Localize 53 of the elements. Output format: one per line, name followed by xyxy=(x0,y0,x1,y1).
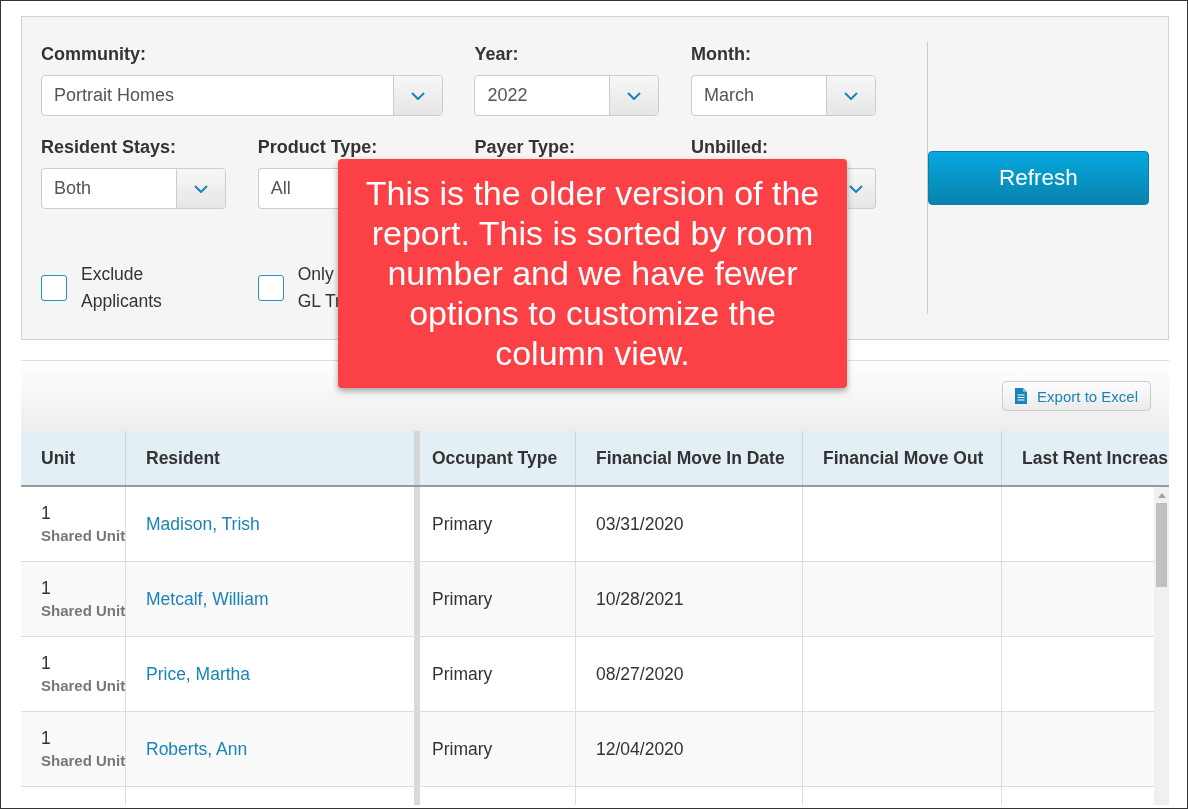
filter-label: Unbilled: xyxy=(691,137,769,157)
checkbox[interactable] xyxy=(257,275,284,301)
chevron-down-icon xyxy=(844,91,859,100)
chevron-down-icon xyxy=(627,91,642,100)
table-cell: Primary xyxy=(432,663,493,685)
filter-label: Payer Type: xyxy=(474,137,576,157)
unit-number: 1 xyxy=(41,727,51,750)
unit-type-label: Shared Unit xyxy=(41,751,126,771)
filter-label: Community: xyxy=(41,44,146,64)
column-header: Financial Move In Date xyxy=(576,431,803,485)
unit-number: 1 xyxy=(41,502,51,525)
dropdown-select[interactable]: Both xyxy=(41,168,226,209)
column-header: Last Rent Increas xyxy=(1021,446,1169,470)
dropdown-toggle[interactable] xyxy=(848,168,877,209)
dropdown-select[interactable]: Portrait Homes xyxy=(41,75,443,116)
dropdown-select[interactable]: March xyxy=(691,75,877,116)
unit-number: 1 xyxy=(41,652,51,675)
table-cell: 08/27/2020 xyxy=(596,663,684,685)
table-cell: 10/28/2021 xyxy=(596,588,684,610)
unit-type-label: Shared Unit xyxy=(41,676,126,696)
scrollbar-thumb[interactable] xyxy=(1156,503,1167,587)
export-button[interactable]: Export to Excel xyxy=(1002,381,1151,411)
vertical-scrollbar[interactable] xyxy=(1154,487,1169,805)
table-cell: Primary xyxy=(432,738,493,760)
scroll-up-arrow-icon[interactable] xyxy=(1157,493,1166,498)
unit-number: 1 xyxy=(41,577,51,600)
document-icon xyxy=(1015,388,1028,404)
column-header: Financial Move Out xyxy=(803,431,1002,485)
dropdown-select[interactable]: All xyxy=(257,168,338,209)
filter-label: Resident Stays: xyxy=(41,137,177,157)
dropdown-select[interactable]: 2022 xyxy=(474,75,660,116)
chevron-down-icon xyxy=(849,184,864,193)
column-header: Unit xyxy=(21,431,126,485)
table-cell: Primary xyxy=(432,588,493,610)
checkbox[interactable] xyxy=(41,275,67,301)
chevron-down-icon xyxy=(194,184,208,193)
filter-label: Product Type: xyxy=(257,137,378,157)
table-cell: Primary xyxy=(432,513,493,535)
checkbox-label: Exclude Applicants xyxy=(81,263,162,313)
filter-label: Year: xyxy=(474,44,519,64)
resident-link[interactable]: Madison, Trish xyxy=(146,513,260,535)
annotation-callout: This is the older version of the report. This is sorted by room number and we have fewer options to customize the column view. xyxy=(338,159,847,388)
resident-link[interactable]: Roberts, Ann xyxy=(146,738,248,760)
table-cell: 12/04/2020 xyxy=(596,738,684,760)
table-cell: 03/31/2020 xyxy=(596,513,684,535)
filter-label: Month: xyxy=(691,44,752,64)
refresh-button[interactable]: Refresh xyxy=(928,151,1149,205)
unit-type-label: Shared Unit xyxy=(41,601,126,621)
unit-type-label: Shared Unit xyxy=(41,526,126,546)
chevron-down-icon xyxy=(410,91,425,100)
resident-link[interactable]: Price, Martha xyxy=(146,663,251,685)
column-header: Occupant Type xyxy=(420,431,576,485)
resident-link[interactable]: Metcalf, William xyxy=(146,588,269,610)
